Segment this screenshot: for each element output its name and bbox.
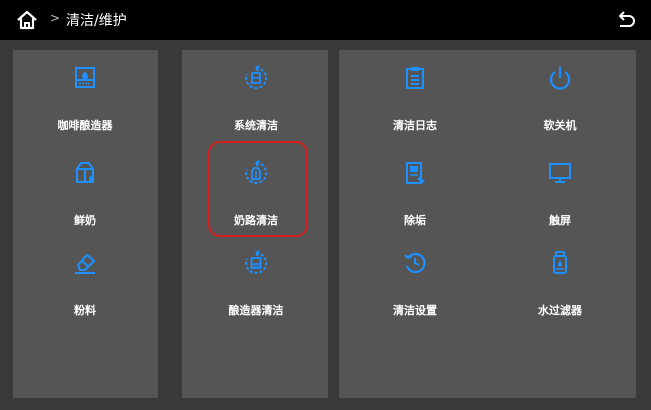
top-bar: > 清洁/维护 <box>0 0 651 40</box>
tile-label: 清洁设置 <box>393 304 437 317</box>
tile-brewer-clean[interactable]: 酿造器清洁 <box>206 250 306 320</box>
home-icon[interactable] <box>16 9 38 31</box>
powder-eraser-icon <box>75 254 95 274</box>
tile-descale[interactable]: 除垢 <box>365 160 465 230</box>
water-filter-icon <box>553 251 567 274</box>
tile-label: 水过滤器 <box>538 304 582 317</box>
tile-touchscreen[interactable]: 触屏 <box>510 160 610 230</box>
tile-label: 触屏 <box>549 214 571 227</box>
tile-label: 酿造器清洁 <box>228 304 284 317</box>
tile-label: 软关机 <box>543 119 577 132</box>
system-clean-icon <box>245 65 268 89</box>
tile-clean-log[interactable]: 清洁日志 <box>365 65 465 135</box>
tile-system-clean[interactable]: 系统清洁 <box>206 65 306 135</box>
tile-label: 系统清洁 <box>234 119 278 132</box>
tile-label: 鲜奶 <box>74 214 96 227</box>
tile-label: 咖啡酿造器 <box>57 119 113 132</box>
tile-coffee-brewer[interactable]: 咖啡酿造器 <box>35 65 135 135</box>
tile-clean-settings[interactable]: 清洁设置 <box>365 250 465 320</box>
power-icon <box>549 67 571 90</box>
brewer-clean-icon <box>245 250 268 274</box>
breadcrumb-separator: > <box>50 11 61 25</box>
brewer-icon <box>75 67 95 88</box>
tile-powder[interactable]: 粉料 <box>35 250 135 320</box>
descale-icon <box>406 162 425 184</box>
back-arrow-icon[interactable] <box>615 9 637 31</box>
tile-soft-shutdown[interactable]: 软关机 <box>510 65 610 135</box>
selection-highlight <box>208 141 308 237</box>
milk-carton-icon <box>76 162 94 183</box>
tile-fresh-milk[interactable]: 鲜奶 <box>35 160 135 230</box>
clipboard-icon <box>406 67 424 89</box>
clean-settings-icon <box>404 252 426 274</box>
tile-label: 除垢 <box>404 214 426 227</box>
page-title: 清洁/维护 <box>66 13 127 29</box>
tile-water-filter[interactable]: 水过滤器 <box>510 250 610 320</box>
tile-label: 粉料 <box>74 304 96 317</box>
screen: > 清洁/维护 咖啡酿造器 鲜奶 粉料 系统清洁 奶路清洁 酿造器清洁 清洁日志… <box>0 0 651 410</box>
monitor-icon <box>549 163 571 183</box>
tile-label: 清洁日志 <box>393 119 437 132</box>
